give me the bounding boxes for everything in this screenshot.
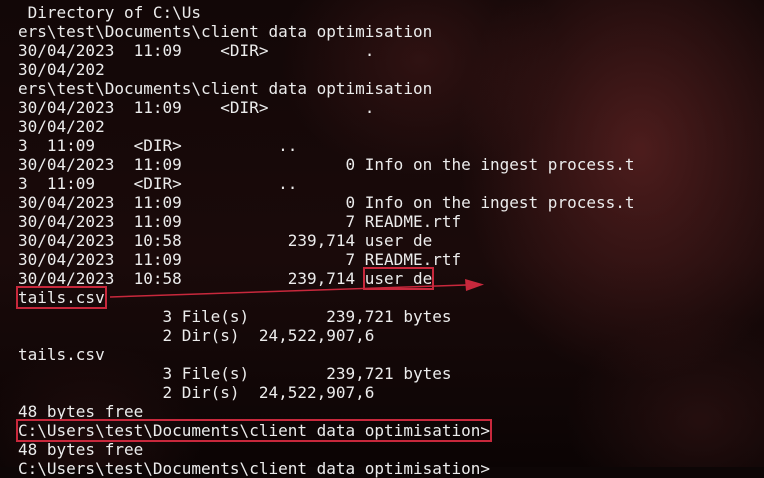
- terminal-line: 3 11:09 <DIR> ..: [18, 136, 298, 155]
- terminal-line: 2 Dir(s) 24,522,907,6: [18, 383, 375, 402]
- terminal-prompt[interactable]: C:\Users\test\Documents\client data opti…: [18, 459, 764, 478]
- terminal-line: 30/04/202: [18, 60, 105, 79]
- terminal-line: 3 11:09 <DIR> ..: [18, 174, 298, 193]
- highlighted-filename-fragment: user de: [362, 267, 435, 290]
- terminal-line: 48 bytes free: [18, 402, 144, 421]
- terminal-line: ers\test\Documents\client data optimisat…: [18, 22, 433, 41]
- terminal-line: 30/04/2023 11:09 7 README.rtf: [18, 212, 462, 231]
- terminal-line: 30/04/2023 10:58 239,714 user de: [18, 231, 433, 250]
- terminal-line: 30/04/2023 11:09 0 Info on the ingest pr…: [18, 155, 635, 174]
- terminal-line-with-highlight: 30/04/2023 10:58 239,714 user de: [18, 267, 764, 290]
- terminal-line-with-highlight: tails.csv: [16, 286, 764, 309]
- terminal-line: 48 bytes free: [18, 440, 144, 459]
- terminal-line: 30/04/2023 11:09 <DIR> .: [18, 98, 375, 117]
- terminal-line: 30/04/202: [18, 117, 105, 136]
- terminal-line: 3 File(s) 239,721 bytes: [18, 307, 452, 326]
- terminal-line: tails.csv: [18, 345, 105, 364]
- terminal-line: 30/04/2023 11:09 7 README.rtf: [18, 250, 462, 269]
- terminal-line: 3 File(s) 239,721 bytes: [18, 364, 452, 383]
- terminal-prompt-highlighted[interactable]: C:\Users\test\Documents\client data opti…: [15, 419, 764, 442]
- terminal-line: ers\test\Documents\client data optimisat…: [18, 79, 433, 98]
- terminal-output[interactable]: Directory of C:\Us ers\test\Documents\cl…: [15, 3, 764, 478]
- terminal-line: 2 Dir(s) 24,522,907,6: [18, 326, 375, 345]
- line-prefix: 30/04/2023 10:58 239,714: [18, 269, 365, 288]
- terminal-line: 30/04/2023 11:09 0 Info on the ingest pr…: [18, 193, 635, 212]
- command-prompt[interactable]: C:\Users\test\Documents\client data opti…: [15, 419, 493, 442]
- terminal-line: Directory of C:\Us: [18, 3, 202, 22]
- highlighted-filename-suffix: tails.csv: [16, 286, 107, 309]
- terminal-line: 30/04/2023 11:09 <DIR> .: [18, 41, 375, 60]
